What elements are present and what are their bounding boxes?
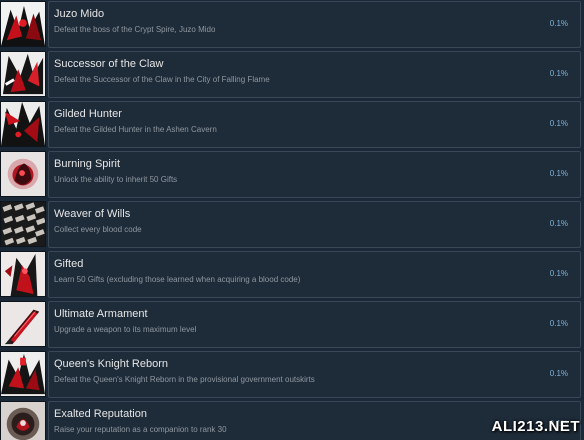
achievement-panel: Juzo Mido Defeat the boss of the Crypt S… <box>48 1 581 48</box>
achievement-description: Upgrade a weapon to its maximum level <box>54 325 197 334</box>
achievement-title: Gilded Hunter <box>54 108 122 120</box>
achievement-row[interactable]: Queen's Knight Reborn Defeat the Queen's… <box>0 350 584 400</box>
achievement-title: Ultimate Armament <box>54 308 148 320</box>
achievement-description: Defeat the Successor of the Claw in the … <box>54 75 270 84</box>
ultimate-armament-icon <box>0 301 46 347</box>
exalted-reputation-icon <box>0 401 46 440</box>
achievement-description: Defeat the Queen's Knight Reborn in the … <box>54 375 315 384</box>
achievement-panel: Queen's Knight Reborn Defeat the Queen's… <box>48 351 581 398</box>
achievement-row[interactable]: Gifted Learn 50 Gifts (excluding those l… <box>0 250 584 300</box>
achievement-percent: 0.1% <box>549 369 568 378</box>
achievement-percent: 0.1% <box>549 269 568 278</box>
achievement-description: Unlock the ability to inherit 50 Gifts <box>54 175 178 184</box>
achievement-percent: 0.1% <box>549 69 568 78</box>
site-watermark: ALI213.NET <box>491 418 580 435</box>
achievement-description: Defeat the boss of the Crypt Spire, Juzo… <box>54 25 216 34</box>
achievement-title: Queen's Knight Reborn <box>54 358 169 370</box>
achievement-row[interactable]: Ultimate Armament Upgrade a weapon to it… <box>0 300 584 350</box>
achievement-description: Collect every blood code <box>54 225 142 234</box>
gifted-icon <box>0 251 46 297</box>
achievement-description: Raise your reputation as a companion to … <box>54 425 227 434</box>
achievement-percent: 0.1% <box>549 219 568 228</box>
achievement-title: Burning Spirit <box>54 158 121 170</box>
achievement-panel: Successor of the Claw Defeat the Success… <box>48 51 581 98</box>
achievement-title: Weaver of Wills <box>54 208 131 220</box>
achievement-title: Successor of the Claw <box>54 58 164 70</box>
achievement-list: Juzo Mido Defeat the boss of the Crypt S… <box>0 0 584 440</box>
achievement-row[interactable]: Successor of the Claw Defeat the Success… <box>0 50 584 100</box>
achievement-row[interactable]: Burning Spirit Unlock the ability to inh… <box>0 150 584 200</box>
achievement-row[interactable]: Gilded Hunter Defeat the Gilded Hunter i… <box>0 100 584 150</box>
achievement-panel: Weaver of Wills Collect every blood code… <box>48 201 581 248</box>
achievement-percent: 0.1% <box>549 169 568 178</box>
achievement-panel: Gilded Hunter Defeat the Gilded Hunter i… <box>48 101 581 148</box>
successor-claw-icon <box>0 51 46 97</box>
achievement-row[interactable]: Weaver of Wills Collect every blood code… <box>0 200 584 250</box>
achievement-title: Juzo Mido <box>54 8 105 20</box>
weaver-wills-icon <box>0 201 46 247</box>
achievement-panel: Gifted Learn 50 Gifts (excluding those l… <box>48 251 581 298</box>
achievement-percent: 0.1% <box>549 119 568 128</box>
achievement-description: Learn 50 Gifts (excluding those learned … <box>54 275 301 284</box>
achievement-description: Defeat the Gilded Hunter in the Ashen Ca… <box>54 125 217 134</box>
queens-knight-icon <box>0 351 46 397</box>
achievement-percent: 0.1% <box>549 19 568 28</box>
achievement-row[interactable]: Juzo Mido Defeat the boss of the Crypt S… <box>0 0 584 50</box>
achievement-percent: 0.1% <box>549 319 568 328</box>
achievement-panel: Burning Spirit Unlock the ability to inh… <box>48 151 581 198</box>
achievement-title: Exalted Reputation <box>54 408 147 420</box>
burning-spirit-icon <box>0 151 46 197</box>
gilded-hunter-icon <box>0 101 46 147</box>
achievement-panel: Ultimate Armament Upgrade a weapon to it… <box>48 301 581 348</box>
achievement-title: Gifted <box>54 258 84 270</box>
juzo-mido-icon <box>0 1 46 47</box>
